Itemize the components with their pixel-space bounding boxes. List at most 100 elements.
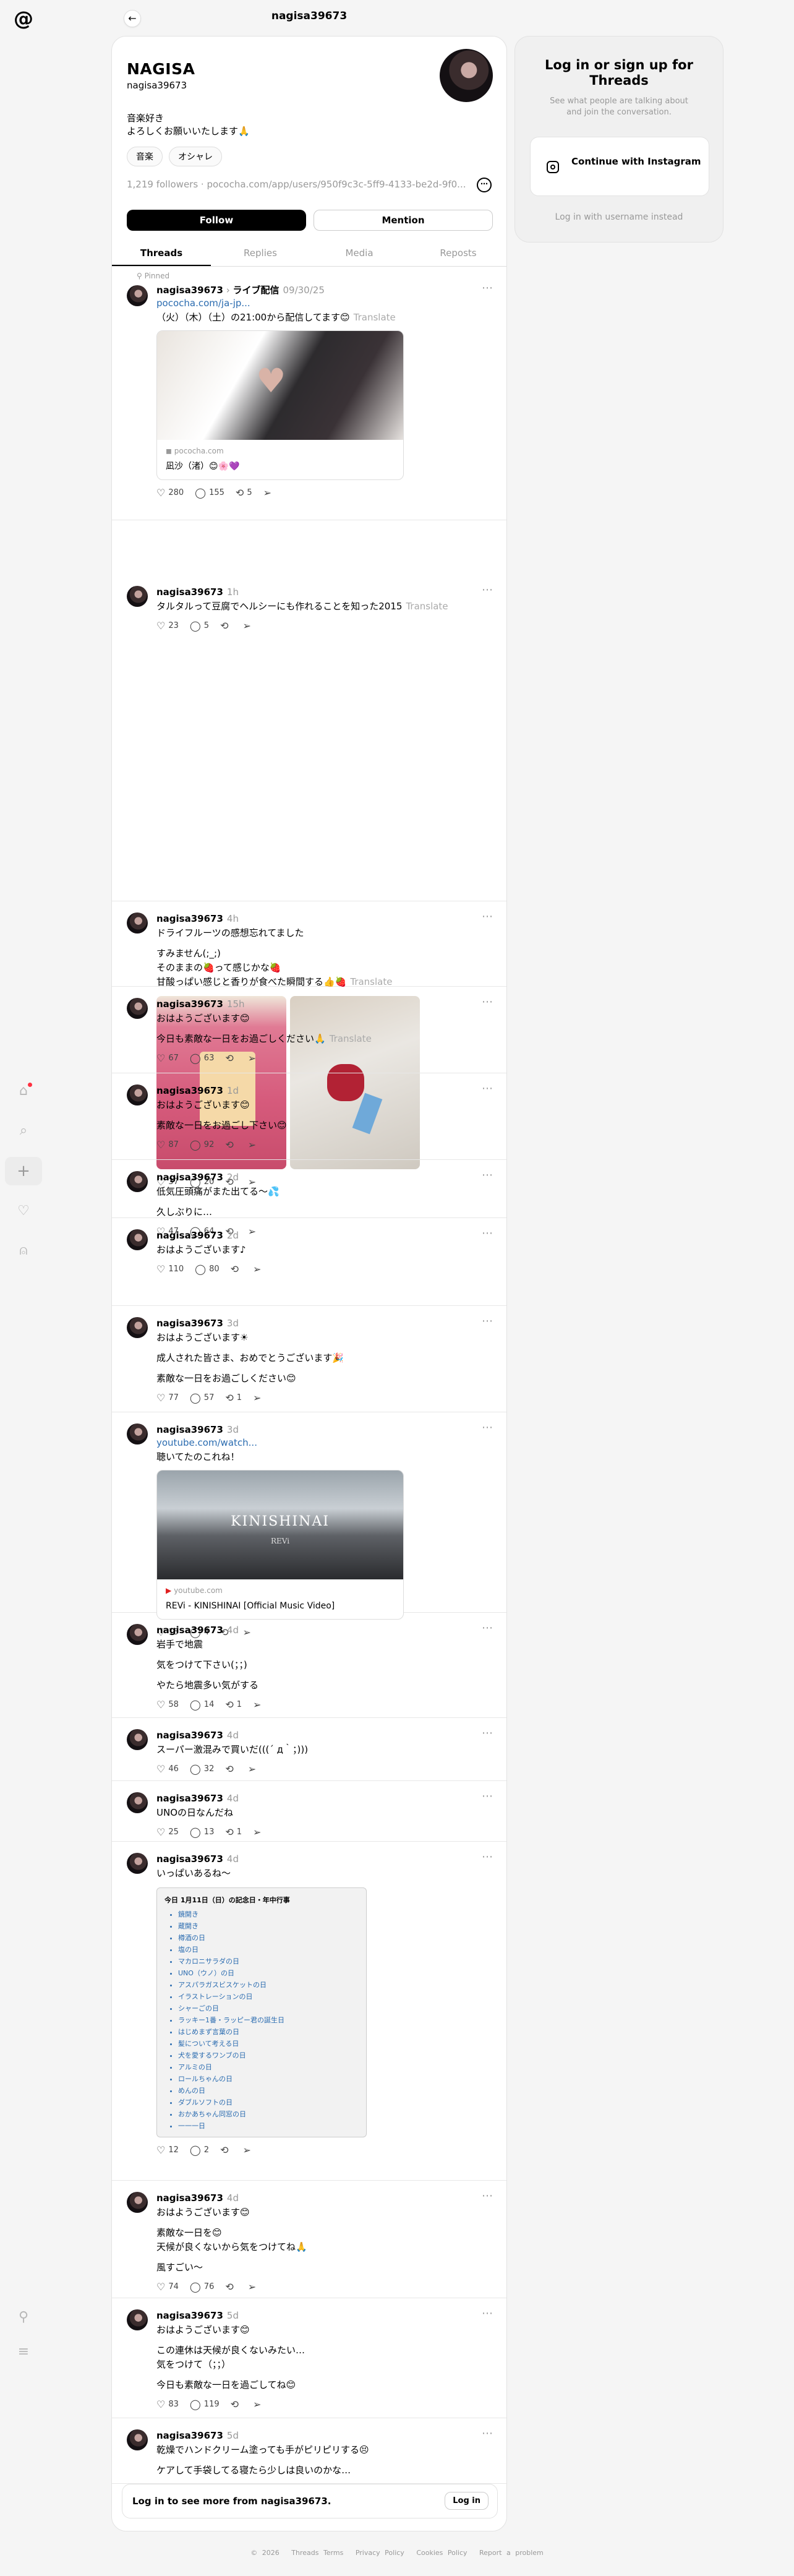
translate-link[interactable]: Translate	[406, 601, 448, 612]
like-button[interactable]: ♡ 25	[156, 1826, 179, 1839]
share-button[interactable]: ➢	[253, 1263, 261, 1276]
post-username[interactable]: nagisa39673	[156, 1793, 223, 1804]
follow-button[interactable]: Follow	[127, 210, 306, 231]
like-button[interactable]: ♡ 67	[156, 1052, 179, 1065]
reply-button[interactable]: ◯ 57	[190, 1391, 214, 1404]
username-login-link[interactable]: Log in with username instead	[515, 212, 723, 222]
link-preview-card[interactable]: ♥ ◼ pococha.com 凪沙（渚）😊🌸💜	[156, 330, 404, 480]
footer-report-link[interactable]: Report a problem	[479, 2549, 544, 2557]
login-button[interactable]: Log in	[445, 2492, 489, 2510]
post-username[interactable]: nagisa39673	[156, 2192, 223, 2204]
post-avatar[interactable]	[127, 1171, 148, 1192]
profile-icon[interactable]: ⍝	[0, 1231, 47, 1271]
pin-icon[interactable]: ⚲	[0, 2300, 47, 2335]
reply-button[interactable]: ◯ 92	[190, 1138, 214, 1151]
post-avatar[interactable]	[127, 285, 148, 306]
post-item[interactable]: ⋯ nagisa39673 5d 乾燥でハンドクリーム塗っても手がピリピリする😣 ケアし…	[112, 2418, 506, 2496]
like-button[interactable]: ♡ 74	[156, 2280, 179, 2293]
share-button[interactable]: ➢	[253, 1698, 261, 1711]
post-username[interactable]: nagisa39673	[156, 1625, 223, 1636]
repost-button[interactable]: ⟲ 1	[225, 1826, 242, 1839]
repost-button[interactable]: ⟲ 1	[225, 1391, 242, 1404]
video-preview-card[interactable]: KINISHINAI REVi ▶ youtube.com REVi - KINISH…	[156, 1470, 404, 1620]
repost-button[interactable]: ⟲	[225, 1138, 236, 1151]
post-avatar[interactable]	[127, 2429, 148, 2450]
like-button[interactable]: ♡ 280	[156, 486, 184, 499]
post-item[interactable]: ⋯ nagisa39673 3d おはようございます☀ 成人された皆さま、おめでとうござ…	[112, 1306, 506, 1412]
post-username[interactable]: nagisa39673	[156, 2310, 223, 2321]
share-button[interactable]: ➢	[242, 619, 250, 632]
reply-button[interactable]: ◯ 5	[190, 619, 209, 632]
post-username[interactable]: nagisa39673	[156, 913, 223, 924]
reply-button[interactable]: ◯ 155	[195, 486, 224, 499]
post-username[interactable]: nagisa39673	[156, 1172, 223, 1183]
like-button[interactable]: ♡ 77	[156, 1391, 179, 1404]
post-avatar[interactable]	[127, 1792, 148, 1813]
post-item[interactable]: ⋯ nagisa39673 4d 岩手で地震 気をつけて下さい(；；) やたら地震多い気が…	[112, 1613, 506, 1718]
repost-button[interactable]: ⟲	[231, 1263, 242, 1276]
continue-instagram-button[interactable]: Continue with Instagram	[530, 137, 709, 196]
share-button[interactable]: ➢	[248, 1138, 256, 1151]
post-avatar[interactable]	[127, 1084, 148, 1106]
like-button[interactable]: ♡ 12	[156, 2144, 179, 2157]
share-button[interactable]: ➢	[253, 1391, 261, 1404]
post-avatar[interactable]	[127, 1229, 148, 1250]
post-item[interactable]: ⋯ nagisa39673 3d youtube.com/watch... 聴いてたのこ…	[112, 1412, 506, 1638]
post-item[interactable]: ⋯ nagisa39673 1d おはようございます😊 素敵な一日をお過ごし下さい😊 ♡ 8…	[112, 1073, 506, 1160]
menu-icon[interactable]: ≡	[0, 2335, 47, 2369]
post-username[interactable]: nagisa39673	[156, 998, 223, 1010]
reply-button[interactable]: ◯ 80	[195, 1263, 219, 1276]
more-options-icon[interactable]: ⋯	[477, 178, 492, 192]
post-item[interactable]: ⚲ Pinned ⋯ nagisa39673 › ライブ配信 09/30/25 p…	[112, 267, 506, 520]
reply-button[interactable]: ◯ 2	[190, 2144, 209, 2157]
post-avatar[interactable]	[127, 586, 148, 607]
footer-cookies-link[interactable]: Cookies Policy	[416, 2549, 467, 2557]
anniversary-list-image[interactable]: 今日 1月11日（日）の記念日・年中行事鏡開き蔵開き樽酒の日塩の日マカロニサラダ…	[156, 1887, 367, 2137]
post-link[interactable]: pococha.com/ja-jp...	[156, 297, 490, 310]
like-button[interactable]: ♡ 110	[156, 1263, 184, 1276]
post-avatar[interactable]	[127, 1317, 148, 1338]
mention-button[interactable]: Mention	[314, 210, 493, 231]
post-item[interactable]: ⋯ nagisa39673 1h タルタルって豆腐でヘルシーにも作れることを知った20…	[112, 575, 506, 901]
home-icon[interactable]: ⌂	[0, 1071, 47, 1111]
post-username[interactable]: nagisa39673	[156, 2430, 223, 2441]
tab-reposts[interactable]: Reposts	[409, 241, 506, 266]
threads-logo-icon[interactable]: @	[13, 8, 34, 29]
repost-button[interactable]: ⟲	[220, 619, 231, 632]
repost-button[interactable]: ⟲ 1	[225, 1698, 242, 1711]
share-button[interactable]: ➢	[248, 2280, 256, 2293]
reply-button[interactable]: ◯ 63	[190, 1052, 214, 1065]
footer-terms-link[interactable]: Threads Terms	[291, 2549, 343, 2557]
share-button[interactable]: ➢	[253, 2398, 261, 2411]
reply-button[interactable]: ◯ 119	[190, 2398, 220, 2411]
profile-avatar[interactable]	[440, 49, 493, 102]
reply-button[interactable]: ◯ 32	[190, 1762, 214, 1775]
followers-link[interactable]: 1,219 followers · pococha.com/app/users/…	[127, 179, 479, 190]
search-icon[interactable]: ⌕	[0, 1111, 47, 1151]
activity-heart-icon[interactable]: ♡	[0, 1191, 47, 1231]
post-avatar[interactable]	[127, 1729, 148, 1750]
post-item[interactable]: ⋯ nagisa39673 4d おはようございます😊 素敵な一日を😊 天候が良くないから…	[112, 2181, 506, 2298]
post-item[interactable]: ⋯ nagisa39673 5d おはようございます😊 この連休は天候が良くないみたい……	[112, 2298, 506, 2418]
share-button[interactable]: ➢	[263, 486, 271, 499]
post-avatar[interactable]	[127, 1624, 148, 1645]
post-item[interactable]: ⋯ nagisa39673 4d いっぱいあるね〜 今日 1月11日（日）の記念日・年中…	[112, 1842, 506, 2181]
post-avatar[interactable]	[127, 2309, 148, 2330]
translate-link[interactable]: Translate	[330, 1033, 372, 1044]
post-item[interactable]: ⋯ nagisa39673 4d UNOの日なんだね ♡ 25 ◯ 13 ⟲ 1 ➢	[112, 1781, 506, 1842]
tab-replies[interactable]: Replies	[211, 241, 310, 266]
like-button[interactable]: ♡ 83	[156, 2398, 179, 2411]
post-avatar[interactable]	[127, 998, 148, 1019]
share-button[interactable]: ➢	[248, 1762, 256, 1775]
reply-button[interactable]: ◯ 13	[190, 1826, 214, 1839]
post-username[interactable]: nagisa39673	[156, 285, 223, 296]
post-avatar[interactable]	[127, 2192, 148, 2213]
repost-button[interactable]: ⟲	[225, 2280, 236, 2293]
post-item[interactable]: ⋯ nagisa39673 4h ドライフルーツの感想忘れてました すみません(;_;)…	[112, 901, 506, 1188]
share-button[interactable]: ➢	[253, 1826, 261, 1839]
repost-button[interactable]: ⟲	[231, 2398, 242, 2411]
post-username[interactable]: nagisa39673	[156, 1085, 223, 1096]
post-item[interactable]: ⋯ nagisa39673 2d おはようございます♪ ♡ 110 ◯ 80 ⟲ ➢	[112, 1218, 506, 1306]
post-username[interactable]: nagisa39673	[156, 1318, 223, 1329]
post-avatar[interactable]	[127, 1423, 148, 1445]
